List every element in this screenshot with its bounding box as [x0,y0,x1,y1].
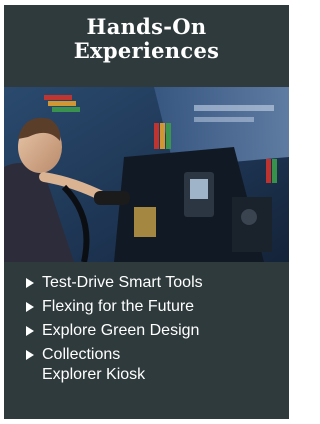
link-label: Explore Green Design [42,322,200,339]
kiosk-photo[interactable] [4,87,289,262]
kiosk-photo-icon [4,87,289,262]
triangle-right-icon [26,350,34,360]
triangle-right-icon [26,278,34,288]
link-label: Test-Drive Smart Tools [42,274,203,291]
link-label: Flexing for the Future [42,298,195,315]
link-label: Collections Explorer Kiosk [42,346,146,383]
hands-on-card: Hands-On Experiences Test-Drive Smart To… [4,5,289,419]
card-title-line2: Experiences [73,38,220,63]
link-explore-green-design[interactable]: Explore Green Design [26,321,252,341]
card-title-line1: Hands-On [86,14,207,39]
triangle-right-icon [26,302,34,312]
triangle-right-icon [26,326,34,336]
link-collections-explorer-kiosk[interactable]: Collections Explorer Kiosk [26,345,252,385]
card-title: Hands-On Experiences [4,5,289,63]
link-flexing-for-the-future[interactable]: Flexing for the Future [26,297,252,317]
experience-links: Test-Drive Smart Tools Flexing for the F… [26,273,252,389]
link-test-drive-smart-tools[interactable]: Test-Drive Smart Tools [26,273,252,293]
